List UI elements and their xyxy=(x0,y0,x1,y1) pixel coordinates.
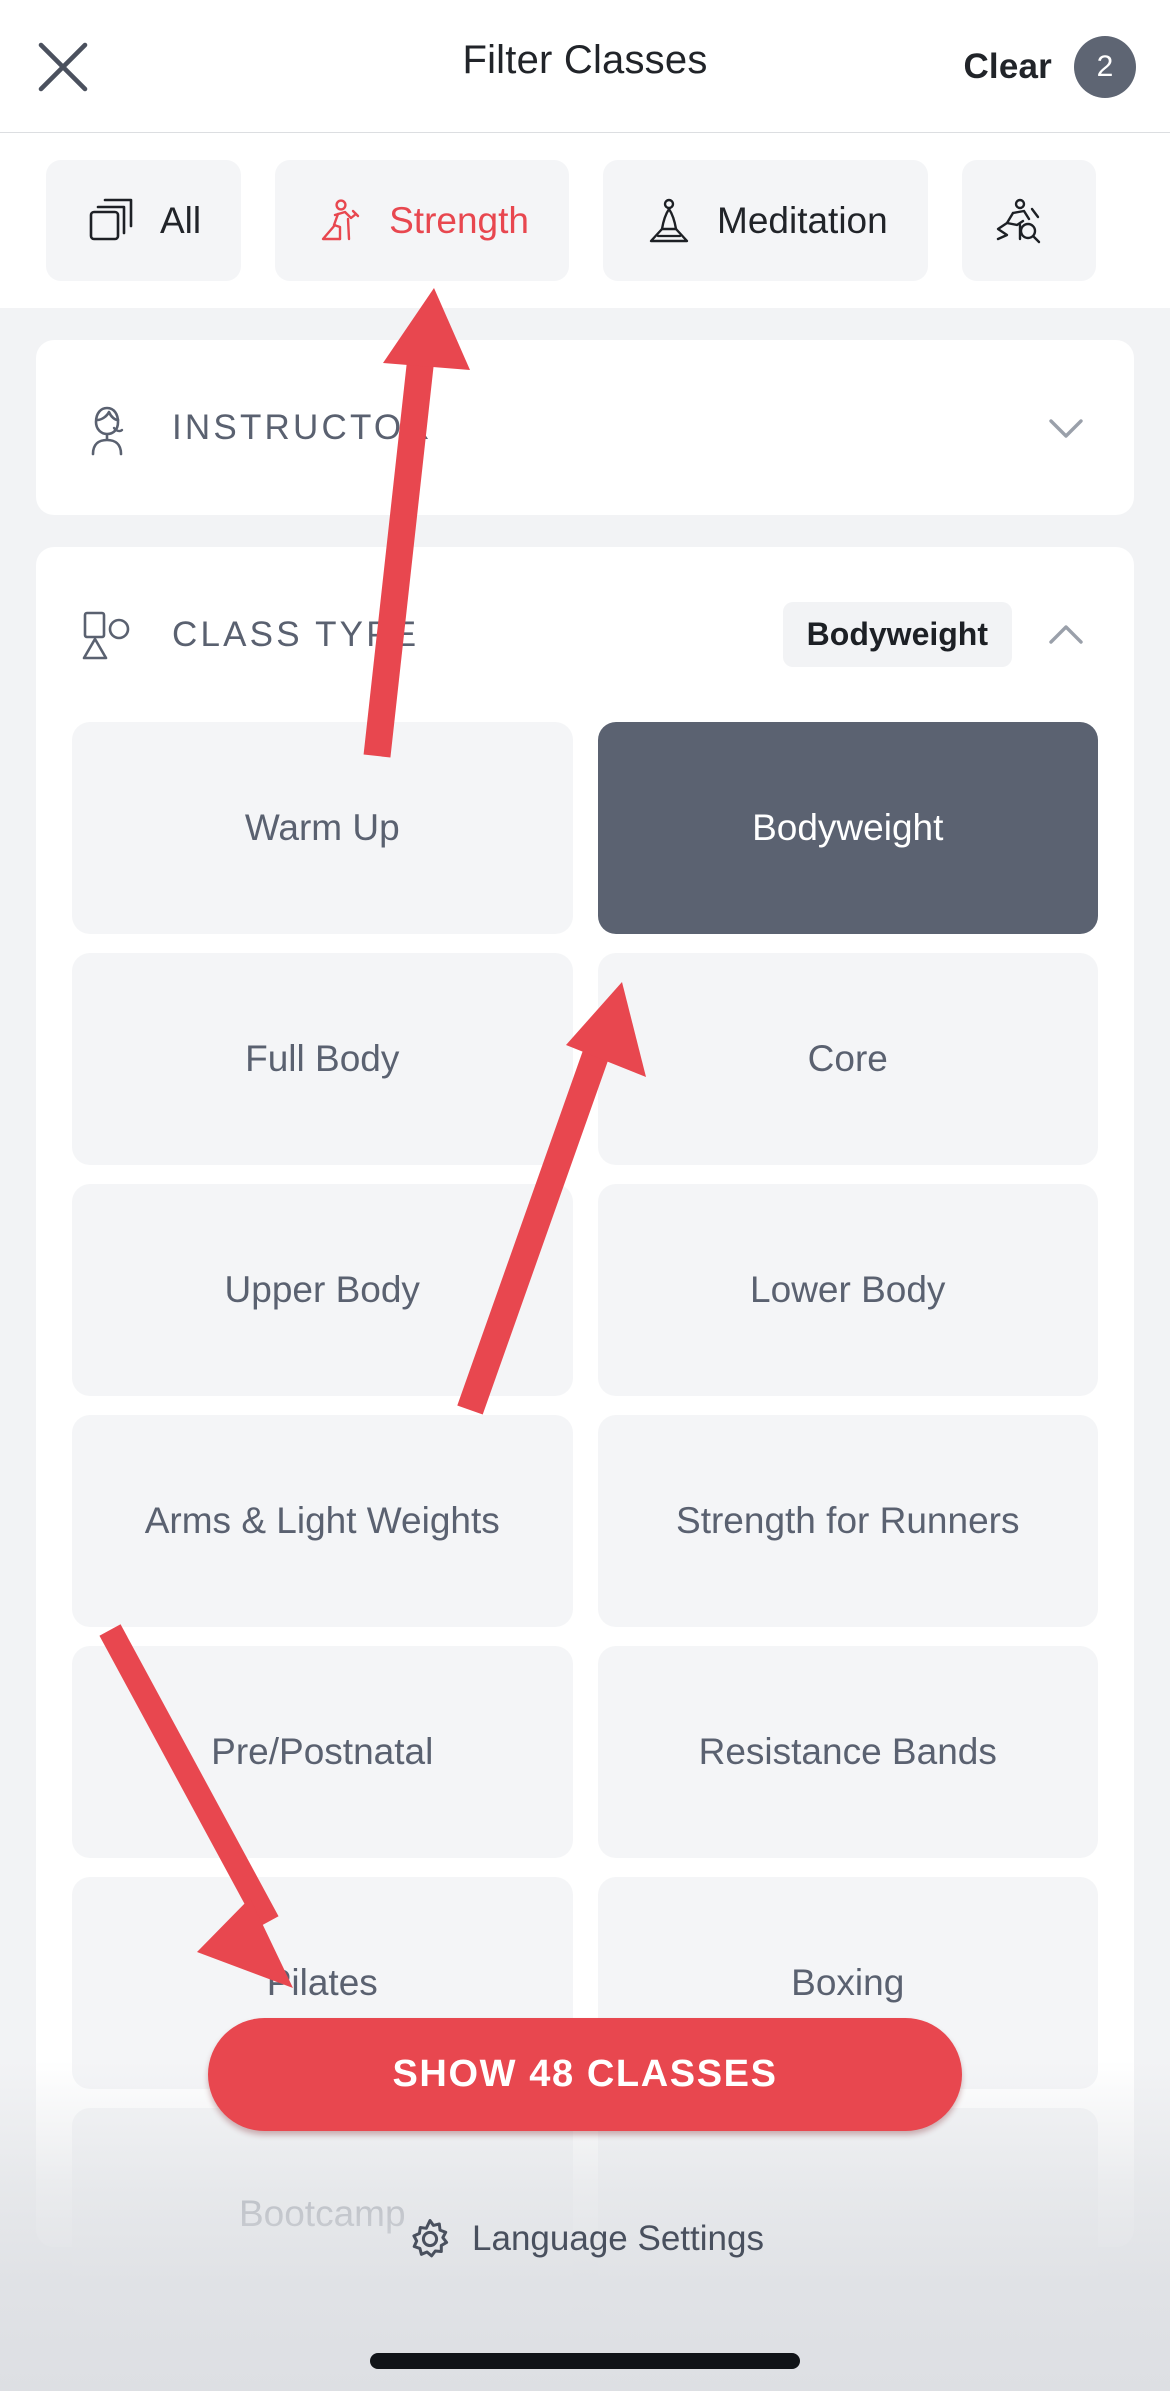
tab-strength[interactable]: Strength xyxy=(275,160,569,281)
section-title: CLASS TYPE xyxy=(172,614,420,654)
active-filter-count-badge: 2 xyxy=(1074,36,1136,98)
section-title: INSTRUCTOR xyxy=(172,407,433,447)
layers-icon xyxy=(89,198,133,240)
class-type-option[interactable]: Resistance Bands xyxy=(597,1646,1098,1858)
section-instructor-header[interactable]: INSTRUCTOR xyxy=(36,340,1134,515)
filter-classes-screen: Filter Classes Clear 2 All Strength Medi… xyxy=(0,0,1170,2391)
category-tab-bar[interactable]: All Strength Meditation xyxy=(0,133,1170,308)
language-settings-label: Language Settings xyxy=(472,2219,764,2258)
cycling-icon xyxy=(996,198,1040,243)
class-type-option[interactable]: Bodyweight xyxy=(597,722,1098,934)
lotus-icon xyxy=(649,198,689,242)
gear-icon xyxy=(412,2219,449,2258)
chevron-down-icon[interactable] xyxy=(1040,402,1092,454)
section-instructor: INSTRUCTOR xyxy=(36,340,1134,515)
class-type-option[interactable]: Arms & Light Weights xyxy=(72,1415,573,1627)
instructor-icon xyxy=(91,406,124,455)
class-type-option-placeholder[interactable] xyxy=(597,2108,1098,2320)
class-type-option[interactable]: Strength for Runners xyxy=(597,1415,1098,1627)
class-type-option[interactable]: Lower Body xyxy=(597,1184,1098,1396)
clear-label: Clear xyxy=(963,47,1052,86)
class-type-option[interactable]: Bootcamp xyxy=(72,2108,573,2320)
show-classes-button[interactable]: SHOW 48 CLASSES xyxy=(208,2018,962,2131)
runner-icon xyxy=(321,198,360,240)
tab-label: All xyxy=(160,199,202,241)
class-type-option[interactable]: Warm Up xyxy=(72,722,573,934)
language-settings-button[interactable]: Language Settings xyxy=(0,2215,1170,2263)
clear-button[interactable]: Clear 2 xyxy=(963,36,1136,98)
chevron-up-icon[interactable] xyxy=(1040,609,1092,661)
app-header: Filter Classes Clear 2 xyxy=(0,0,1170,133)
home-indicator xyxy=(370,2353,800,2369)
tab-label: Strength xyxy=(389,199,529,241)
tab-all[interactable]: All xyxy=(46,160,242,281)
show-classes-label: SHOW 48 CLASSES xyxy=(392,2053,778,2095)
tab-cycling[interactable] xyxy=(961,160,1096,281)
class-type-option[interactable]: Upper Body xyxy=(72,1184,573,1396)
class-type-option[interactable]: Full Body xyxy=(72,953,573,1165)
class-type-option[interactable]: Pre/Postnatal xyxy=(72,1646,573,1858)
shapes-icon xyxy=(82,611,130,659)
section-class-type-header[interactable]: CLASS TYPE Bodyweight xyxy=(36,547,1134,722)
tab-label: Meditation xyxy=(717,199,888,241)
tab-meditation[interactable]: Meditation xyxy=(603,160,928,281)
selected-class-type-chip: Bodyweight xyxy=(782,602,1012,667)
class-type-option[interactable]: Core xyxy=(597,953,1098,1165)
